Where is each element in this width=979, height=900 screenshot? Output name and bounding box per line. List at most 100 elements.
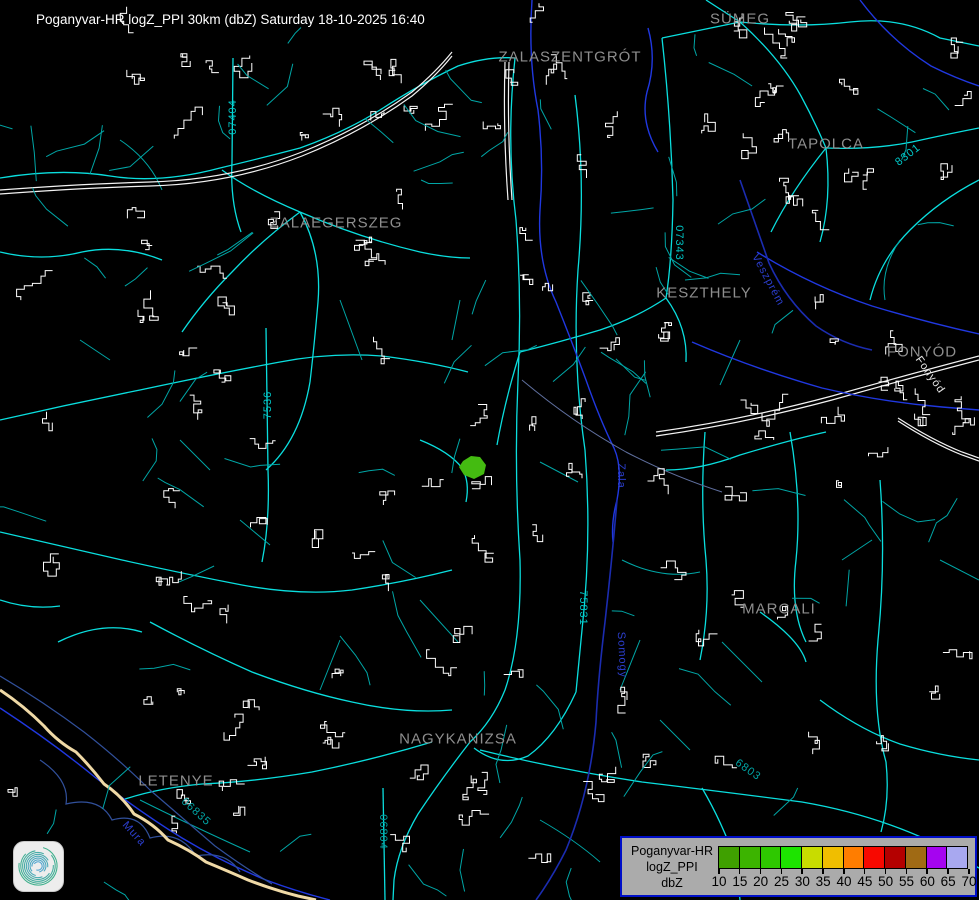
- village-outline: [8, 788, 18, 797]
- legend-product-line2: logZ_PPI: [628, 859, 716, 875]
- village-outline: [472, 535, 494, 562]
- village-outline: [142, 240, 153, 249]
- road-twig: [718, 199, 765, 224]
- village-outline: [410, 765, 428, 780]
- village-outline: [702, 114, 716, 133]
- village-outline: [144, 290, 158, 320]
- legend-tick-label: 55: [899, 874, 914, 889]
- road-twig: [46, 131, 104, 157]
- village-outline: [156, 577, 167, 585]
- village-outline: [715, 756, 737, 767]
- road-twig: [365, 119, 393, 143]
- road-twig: [414, 152, 464, 171]
- road-twig: [47, 810, 56, 834]
- village-outline: [177, 790, 191, 804]
- village-outline: [755, 431, 774, 440]
- radar-product-title: Poganyvar-HR logZ_PPI 30km (dbZ) Saturda…: [36, 12, 425, 27]
- village-outline: [127, 208, 144, 219]
- legend-cell: [905, 846, 927, 869]
- village-outline: [809, 732, 820, 754]
- legend-cell: [801, 846, 823, 869]
- village-outline: [741, 400, 758, 414]
- village-outline: [364, 61, 381, 80]
- village-outline: [382, 575, 389, 592]
- road-twig: [774, 788, 798, 816]
- village-outline: [659, 332, 670, 341]
- road-twig: [460, 849, 465, 892]
- legend-tick-label: 15: [732, 874, 747, 889]
- village-outline: [44, 554, 60, 576]
- village-outline: [915, 388, 930, 414]
- village-outline: [648, 469, 669, 495]
- village-outline: [425, 104, 452, 131]
- village-outline: [459, 811, 489, 826]
- village-outline: [774, 130, 789, 142]
- spiral-arc: [34, 862, 42, 870]
- village-outline: [427, 650, 457, 676]
- village-outline: [742, 133, 757, 158]
- village-outline: [374, 337, 390, 364]
- village-outline: [172, 816, 178, 833]
- village-outline: [755, 90, 774, 107]
- road-twig: [0, 507, 46, 521]
- legend-cell: [760, 846, 782, 869]
- road-twig: [484, 671, 485, 695]
- village-outline: [268, 212, 279, 229]
- road-twig: [883, 501, 936, 522]
- legend-cell: [884, 846, 906, 869]
- village-outline: [181, 53, 190, 66]
- village-outline: [463, 775, 477, 799]
- road-twig: [238, 64, 269, 89]
- road-twig: [792, 598, 820, 603]
- village-outline: [661, 561, 686, 580]
- road-twig: [581, 280, 617, 335]
- village-outline: [177, 689, 184, 695]
- dbz-color-legend: Poganyvar-HR logZ_PPI dbZ 10152025303540…: [620, 836, 977, 897]
- road-twig: [84, 258, 105, 278]
- road-twig: [288, 28, 301, 44]
- village-outline: [365, 254, 385, 266]
- legend-tick-label: 60: [920, 874, 935, 889]
- village-outline: [600, 338, 620, 351]
- road-twig: [485, 345, 537, 365]
- village-outline: [618, 687, 627, 713]
- spiral-arc: [28, 856, 48, 875]
- legend-cell: [946, 846, 968, 869]
- legend-cell: [718, 846, 740, 869]
- road-twig: [709, 63, 752, 87]
- village-outline: [599, 767, 615, 783]
- village-outline: [332, 669, 343, 678]
- road-twig: [685, 273, 740, 280]
- village-outline: [243, 700, 259, 710]
- spiral-arc: [23, 851, 54, 882]
- village-outline: [166, 571, 181, 585]
- legend-tick-label: 20: [753, 874, 768, 889]
- spiral-swirl-graphic: [14, 842, 61, 889]
- road-twig: [31, 126, 36, 181]
- legend-product-line1: Poganyvar-HR: [628, 843, 716, 859]
- legend-tick-label: 25: [774, 874, 789, 889]
- village-outline: [789, 17, 805, 31]
- legend-tick-label: 50: [878, 874, 893, 889]
- road-twig: [918, 223, 954, 226]
- village-outline: [869, 447, 888, 457]
- village-outline: [483, 122, 500, 129]
- road-twig: [340, 636, 370, 685]
- road-twig: [923, 89, 949, 111]
- radar-map-view: SÜMEGZALASZENTGRÓTTAPOLCAZALAEGERSZEGKES…: [0, 0, 979, 900]
- road-twig: [616, 359, 646, 381]
- road-twig: [147, 370, 175, 417]
- road-twig: [500, 797, 522, 838]
- village-outline: [323, 737, 339, 748]
- village-outline: [955, 92, 972, 106]
- road-twig: [611, 208, 654, 213]
- village-outline: [779, 29, 795, 46]
- village-outline: [312, 530, 323, 548]
- village-outline: [180, 348, 198, 356]
- village-outline: [546, 64, 556, 85]
- village-outline: [234, 806, 245, 816]
- road-twig: [612, 732, 622, 768]
- road-twig: [33, 188, 68, 226]
- legend-tick-label: 65: [941, 874, 956, 889]
- road-twig: [624, 752, 663, 797]
